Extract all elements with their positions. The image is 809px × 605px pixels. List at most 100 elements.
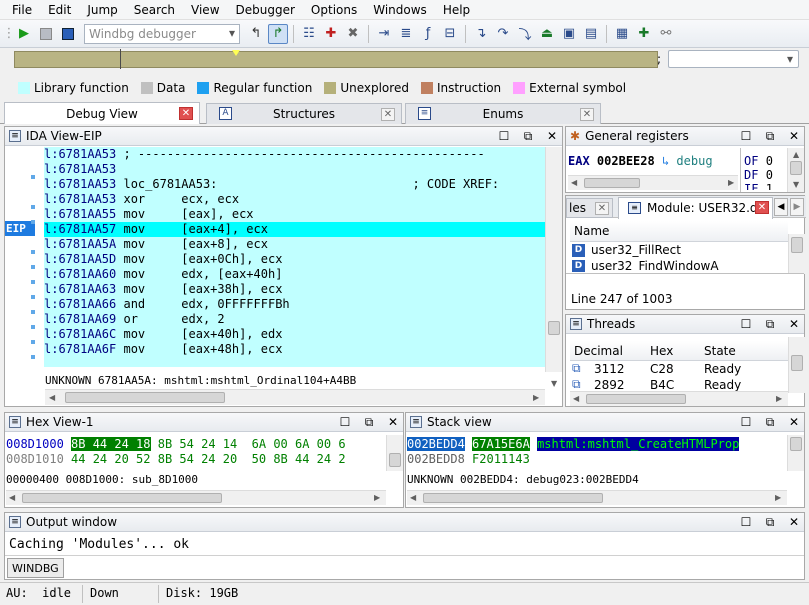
- close-icon[interactable]: ✕: [387, 415, 399, 430]
- col-state[interactable]: State: [704, 344, 736, 358]
- scroll-right-icon[interactable]: ▶: [775, 493, 781, 502]
- flag-row[interactable]: IF 1: [744, 182, 784, 190]
- breakpoint-list-icon[interactable]: ☷: [299, 24, 319, 44]
- hex-hscroll-thumb[interactable]: [22, 493, 222, 503]
- stack-vscroll-thumb[interactable]: [790, 437, 802, 451]
- stack-row[interactable]: 002BEDD8 F2011143: [407, 452, 787, 467]
- disasm-line[interactable]: l:6781AA6F mov [eax+48h], ecx: [44, 342, 550, 357]
- scroll-up-icon[interactable]: ▲: [793, 150, 799, 159]
- function-trace-icon[interactable]: ƒ: [418, 24, 438, 44]
- close-icon[interactable]: ✕: [179, 107, 193, 120]
- tab-module-user32[interactable]: ≡ Module: USER32.dll ✕: [618, 197, 773, 219]
- close-icon[interactable]: ✕: [381, 108, 395, 121]
- menu-help[interactable]: Help: [435, 3, 478, 17]
- hex-hscroll[interactable]: ◀ ▶: [6, 490, 386, 505]
- stack-row[interactable]: 002BEDD4 67A15E6A mshtml:mshtml_CreateHT…: [407, 437, 787, 452]
- menu-edit[interactable]: Edit: [40, 3, 79, 17]
- disasm-line[interactable]: l:6781AA60 mov edx, [eax+40h]: [44, 267, 550, 282]
- memory-icon[interactable]: ▦: [612, 24, 632, 44]
- ida-hscroll-thumb[interactable]: [65, 392, 225, 403]
- threads-vscroll[interactable]: [788, 337, 805, 393]
- minimize-icon[interactable]: ☐: [339, 415, 351, 430]
- close-icon[interactable]: ✕: [788, 515, 800, 530]
- step-into-icon[interactable]: ↴: [471, 24, 491, 44]
- run-to-cursor-icon[interactable]: ⤵: [515, 24, 535, 44]
- close-icon[interactable]: ✕: [755, 201, 769, 214]
- eax-value[interactable]: 002BEE28: [597, 154, 655, 168]
- thread-row[interactable]: ⧉ 2892 B4C Ready: [570, 377, 788, 391]
- regs-hscroll[interactable]: ◀ ▶: [568, 175, 738, 190]
- disasm-line[interactable]: l:6781AA57 mov [eax+4], ecx: [44, 222, 550, 237]
- close-icon[interactable]: ✕: [580, 108, 594, 121]
- minimize-icon[interactable]: ☐: [740, 129, 752, 144]
- pause-icon[interactable]: [36, 24, 56, 44]
- disasm-line[interactable]: l:6781AA53 ; ---------------------------…: [44, 147, 550, 162]
- restore-icon[interactable]: ⧉: [764, 415, 776, 430]
- menu-windows[interactable]: Windows: [365, 3, 435, 17]
- tab-structures[interactable]: A Structures ✕: [206, 103, 402, 124]
- show-modules-icon[interactable]: ▤: [581, 24, 601, 44]
- disasm-line[interactable]: l:6781AA5D mov [eax+0Ch], ecx: [44, 252, 550, 267]
- col-hex[interactable]: Hex: [650, 344, 673, 358]
- close-icon[interactable]: ✕: [546, 129, 558, 144]
- disasm-line[interactable]: l:6781AA63 mov [eax+38h], ecx: [44, 282, 550, 297]
- disasm-line[interactable]: l:6781AA53 loc_6781AA53: ; CODE XREF:: [44, 177, 550, 192]
- hex-vscroll-thumb[interactable]: [389, 453, 401, 467]
- close-icon[interactable]: ✕: [595, 202, 609, 215]
- ida-vscroll[interactable]: ▼: [545, 147, 562, 388]
- disasm-line[interactable]: l:6781AA53 xor ecx, ecx: [44, 192, 550, 207]
- restore-icon[interactable]: ⧉: [764, 129, 776, 144]
- flags-vscroll[interactable]: ▲ ▼: [787, 148, 804, 192]
- disasm-line[interactable]: l:6781AA55 mov [eax], ecx: [44, 207, 550, 222]
- minimize-icon[interactable]: ☐: [498, 129, 510, 144]
- flag-row[interactable]: DF 0: [744, 168, 784, 182]
- add-breakpoint-icon[interactable]: ✚: [321, 24, 341, 44]
- threads-hscroll-thumb[interactable]: [586, 394, 686, 404]
- windbg-button[interactable]: WINDBG: [7, 558, 64, 578]
- minimize-icon[interactable]: ☐: [740, 415, 752, 430]
- module-function-item[interactable]: Duser32_FillRect: [570, 242, 788, 258]
- delete-breakpoint-icon[interactable]: ✖: [343, 24, 363, 44]
- disasm-line[interactable]: l:6781AA53: [44, 162, 550, 177]
- scroll-right-icon[interactable]: ▶: [374, 493, 380, 502]
- disasm-line[interactable]: l:6781AA66 and edx, 0FFFFFFFBh: [44, 297, 550, 312]
- scroll-right-icon[interactable]: ▶: [533, 393, 539, 402]
- tab-prev[interactable]: les ✕: [566, 198, 613, 218]
- disassembly-listing[interactable]: l:6781AA53 ; ---------------------------…: [44, 147, 550, 367]
- disasm-line[interactable]: l:6781AA6C mov [eax+40h], edx: [44, 327, 550, 342]
- trace-window-icon[interactable]: ⊟: [440, 24, 460, 44]
- threads-vscroll-thumb[interactable]: [791, 355, 803, 371]
- menu-search[interactable]: Search: [126, 3, 183, 17]
- scroll-left-icon[interactable]: ◀: [9, 493, 15, 502]
- trace-icon[interactable]: ⇥: [374, 24, 394, 44]
- navigation-band[interactable]: [14, 51, 658, 68]
- attach-icon[interactable]: ↰: [246, 24, 266, 44]
- scroll-left-icon[interactable]: ◀: [410, 493, 416, 502]
- hex-row[interactable]: 008D1010 44 24 20 52 8B 54 24 20 50 8B 4…: [6, 452, 386, 467]
- debugger-select[interactable]: Windbg debugger: [84, 23, 240, 44]
- regs-hscroll-thumb[interactable]: [584, 178, 640, 188]
- menu-view[interactable]: View: [183, 3, 227, 17]
- scroll-left-icon[interactable]: ◀: [49, 393, 55, 402]
- jump-arrow-icon[interactable]: ↳: [662, 154, 669, 168]
- tab-enums[interactable]: ≡ Enums ✕: [405, 103, 601, 124]
- stack-listing[interactable]: 002BEDD4 67A15E6A mshtml:mshtml_CreateHT…: [407, 437, 787, 469]
- menu-options[interactable]: Options: [303, 3, 365, 17]
- tab-scroll-right-icon[interactable]: ▶: [790, 198, 804, 216]
- command-line[interactable]: WINDBG: [5, 555, 804, 579]
- tab-scroll-left-icon[interactable]: ◀: [774, 198, 788, 216]
- hex-dump[interactable]: 008D1000 8B 44 24 18 8B 54 24 14 6A 00 6…: [6, 437, 386, 469]
- step-over-icon[interactable]: ↷: [493, 24, 513, 44]
- module-function-item[interactable]: Duser32_FindWindowA: [570, 258, 788, 272]
- ida-hscroll[interactable]: ◀ ▶: [45, 389, 545, 405]
- scroll-down-icon[interactable]: ▼: [793, 180, 799, 189]
- stack-hscroll-thumb[interactable]: [423, 493, 603, 503]
- hex-row[interactable]: 008D1000 8B 44 24 18 8B 54 24 14 6A 00 6…: [6, 437, 386, 452]
- restore-icon[interactable]: ⧉: [363, 415, 375, 430]
- restore-icon[interactable]: ⧉: [522, 129, 534, 144]
- thread-row[interactable]: ⧉ 3112 C28 Ready: [570, 361, 788, 377]
- ida-vscroll-thumb[interactable]: [548, 321, 560, 335]
- modules-column-header[interactable]: Name: [570, 221, 788, 242]
- tab-debug-view[interactable]: Debug View ✕: [4, 102, 200, 124]
- step-out-icon[interactable]: ⏏: [537, 24, 557, 44]
